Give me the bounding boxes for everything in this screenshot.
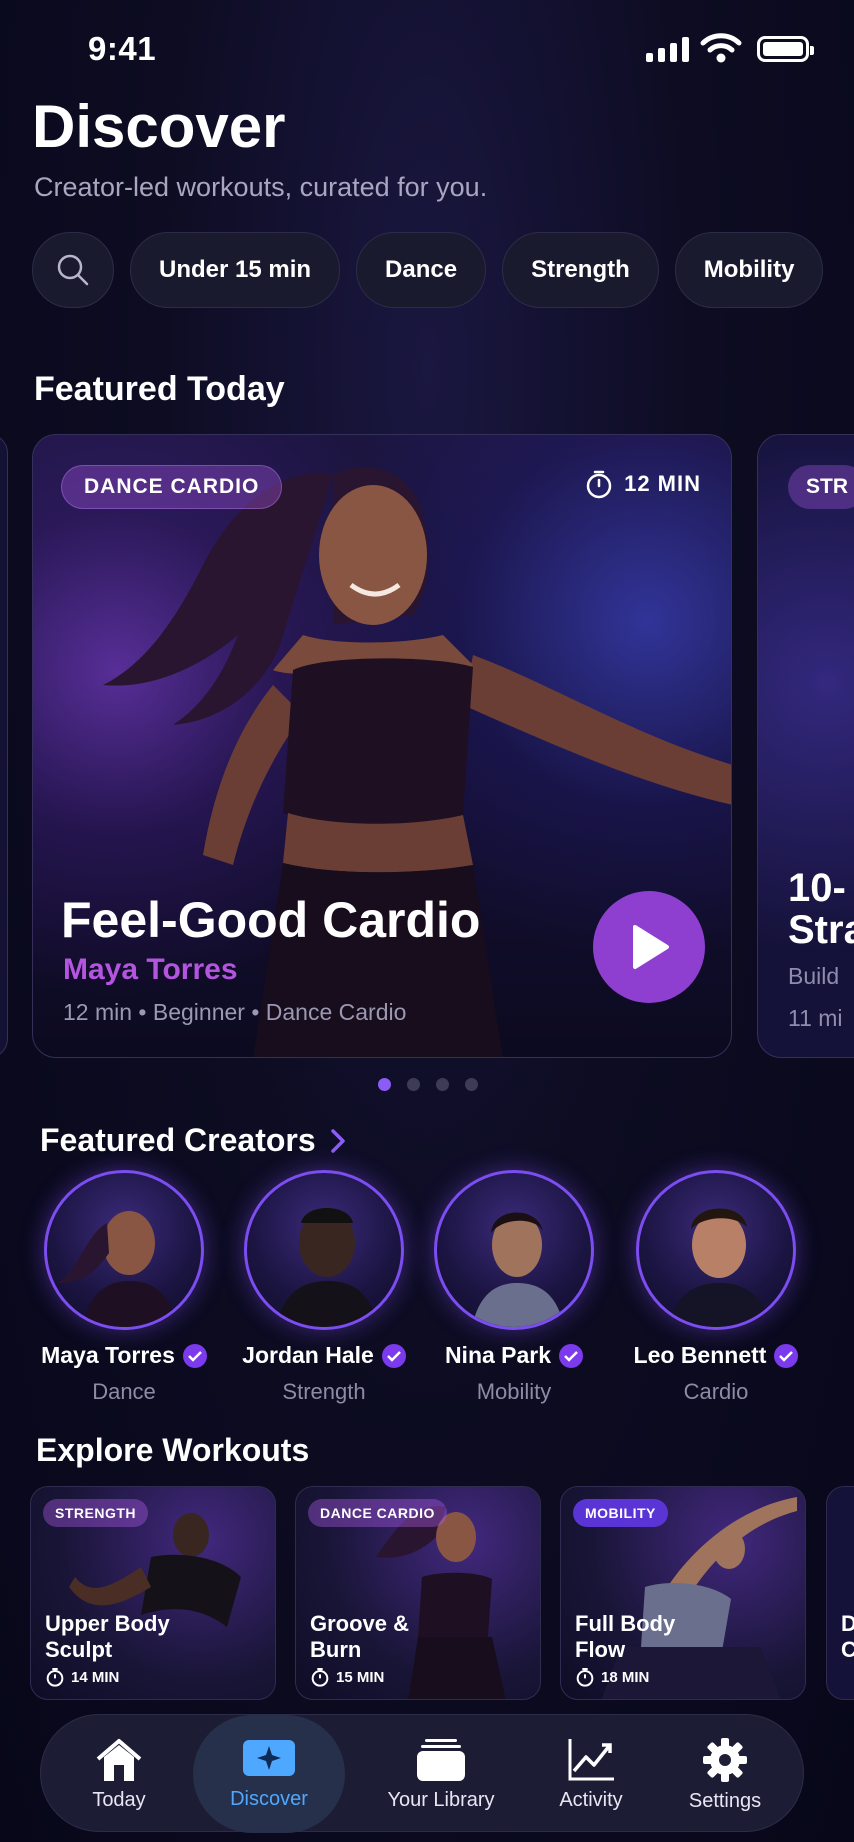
verified-icon [774,1343,799,1368]
tab-today[interactable]: Today [65,1715,173,1833]
activity-chart-icon [568,1738,614,1780]
duration-text: 12 MIN [624,471,701,496]
status-time: 9:41 [88,30,157,67]
search-icon [57,254,89,286]
status-bar: 9:41 [0,28,854,68]
creator-maya-torres[interactable]: Maya Torres Dance [24,1170,224,1405]
workout-title: Full Body Flow [575,1611,676,1662]
page-title: Discover [32,93,286,160]
workout-title: Upper Body Sculpt [45,1611,170,1662]
workout-tag: DANCE CARDIO [308,1499,447,1527]
workout-title: Feel-Good Cardio [61,892,481,948]
gear-icon [703,1737,747,1782]
workout-duration: 14 MIN [45,1667,119,1687]
creators-heading: Featured Creators [40,1122,316,1158]
creator-jordan-hale[interactable]: Jordan Hale Strength [224,1170,424,1405]
tab-discover[interactable]: Discover [193,1715,345,1833]
duration-label: 12 MIN [584,469,701,499]
carousel-dot-4[interactable] [465,1078,478,1091]
workout-title: DC [841,1611,854,1662]
creator-category: Cardio [683,1379,749,1404]
featured-card-previous[interactable] [0,434,8,1058]
workout-title: Groove & Burn [310,1611,410,1662]
creator-name: Maya Torres [41,1342,175,1368]
filter-chip-mobility[interactable]: Mobility [674,232,824,308]
page-subtitle: Creator-led workouts, curated for you. [34,172,488,202]
timer-icon [311,1668,329,1687]
verified-icon [182,1343,207,1368]
next-workout-tag: STR [788,465,854,509]
carousel-dot-3[interactable] [436,1078,449,1091]
workout-card-full-body-flow[interactable]: MOBILITY Full Body Flow 18 MIN [560,1486,806,1700]
explore-heading: Explore Workouts [36,1432,310,1468]
creator-name: Jordan Hale [242,1342,374,1368]
workout-card-groove-burn[interactable]: DANCE CARDIO Groove & Burn 15 MIN [295,1486,541,1700]
next-workout-subtitle: Build [788,963,840,989]
filter-chips: Under 15 min Dance Strength Mobility [32,232,824,308]
next-workout-title: 10-Stra [788,866,854,952]
featured-card-next[interactable]: STR 10-Stra Build 11 mi [757,434,854,1058]
featured-heading: Featured Today [34,370,285,408]
carousel-dot-2[interactable] [407,1078,420,1091]
workout-creator[interactable]: Maya Torres [63,953,238,987]
signal-icon [646,36,689,62]
creator-nina-park[interactable]: Nina Park Mobility [414,1170,614,1405]
library-icon [417,1738,465,1781]
tab-bar: Today Discover Your Library Activity Set… [40,1714,804,1833]
carousel-dot-1[interactable] [378,1078,391,1091]
avatar [44,1170,204,1330]
workout-duration: 15 MIN [310,1667,384,1687]
carousel-dots[interactable] [378,1078,478,1091]
featured-card[interactable]: DANCE CARDIO 12 MIN Feel-Good Cardio May… [32,434,732,1058]
home-icon [96,1738,142,1781]
timer-icon [586,470,612,499]
discover-icon [243,1739,295,1776]
creators-heading-link[interactable]: Featured Creators [40,1122,348,1159]
battery-icon [757,36,814,62]
creator-name: Leo Bennett [633,1342,767,1368]
tab-your-library[interactable]: Your Library [357,1715,525,1833]
discover-screen: 9:41 Discover Creator-led workouts, cura… [0,0,854,1842]
filter-chip-under-15[interactable]: Under 15 min [130,232,341,308]
wifi-icon [700,33,742,63]
creator-name: Nina Park [444,1342,552,1368]
next-workout-meta: 11 mi [788,1005,843,1031]
avatar [434,1170,594,1330]
workout-tag: STRENGTH [43,1499,148,1527]
avatar [636,1170,796,1330]
workout-tag: MOBILITY [573,1499,668,1527]
workout-card-upper-body[interactable]: STRENGTH Upper Body Sculpt 14 MIN [30,1486,276,1700]
verified-icon [381,1343,406,1368]
workout-tag: DANCE CARDIO [61,465,283,509]
timer-icon [576,1668,594,1687]
play-icon [633,925,669,969]
creator-category: Mobility [476,1379,552,1404]
creator-category: Strength [282,1379,366,1404]
chevron-right-icon [330,1128,345,1153]
workout-card-next[interactable]: DC [826,1486,854,1700]
workout-meta: 12 min • Beginner • Dance Cardio [63,999,407,1025]
timer-icon [46,1668,64,1687]
filter-chip-strength[interactable]: Strength [502,232,659,308]
tab-settings[interactable]: Settings [661,1715,789,1833]
avatar [244,1170,404,1330]
workout-duration: 18 MIN [575,1667,649,1687]
creator-leo-bennett[interactable]: Leo Bennett Cardio [616,1170,816,1405]
play-button[interactable] [593,891,705,1003]
creator-category: Dance [92,1379,156,1404]
search-button[interactable] [32,232,114,308]
filter-chip-dance[interactable]: Dance [356,232,487,308]
tab-activity[interactable]: Activity [531,1715,651,1833]
verified-icon [559,1343,584,1368]
